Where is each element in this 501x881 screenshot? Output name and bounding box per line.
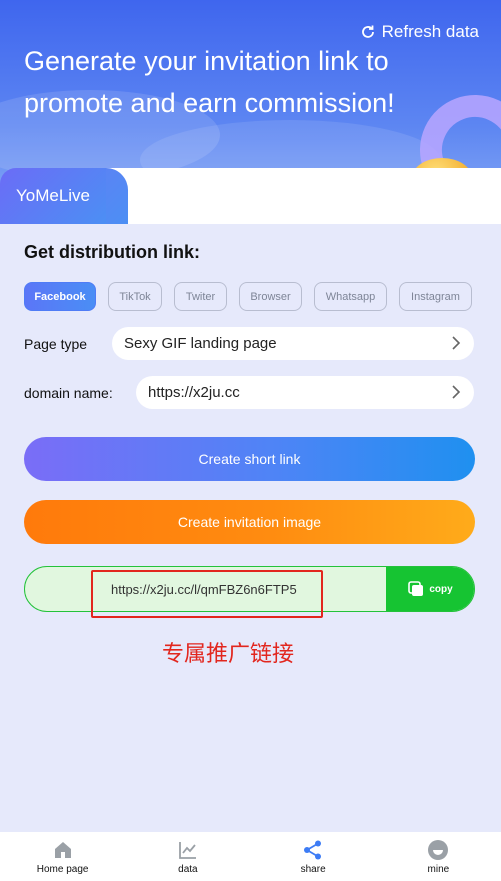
nav-mine[interactable]: mine <box>376 832 501 881</box>
page-type-value: Sexy GIF landing page <box>124 335 277 352</box>
chevron-right-icon <box>452 385 461 399</box>
home-icon <box>54 841 71 858</box>
nav-data-label: data <box>178 863 198 875</box>
refresh-label: Refresh data <box>381 22 479 41</box>
nav-home[interactable]: Home page <box>0 832 125 881</box>
create-invitation-image-button[interactable]: Create invitation image <box>24 500 475 544</box>
copy-label: copy <box>429 583 453 595</box>
page-type-label: Page type <box>24 335 88 352</box>
chevron-right-icon <box>452 336 461 350</box>
chip-whatsapp[interactable]: Whatsapp <box>314 282 387 311</box>
chip-tiktok[interactable]: TikTok <box>108 282 162 311</box>
create-short-link-button[interactable]: Create short link <box>24 437 475 481</box>
nav-share[interactable]: share <box>251 832 376 881</box>
copy-icon <box>408 581 424 596</box>
share-icon <box>304 840 322 859</box>
bottom-navigation: Home page data share mine <box>0 832 501 881</box>
distribution-panel: Get distribution link: Facebook TikTok T… <box>0 224 501 832</box>
page-headline: Generate your invitation link to promote… <box>24 46 395 118</box>
refresh-icon <box>361 25 374 38</box>
domain-label: domain name: <box>24 384 113 401</box>
nav-share-label: share <box>300 863 326 875</box>
nav-data[interactable]: data <box>125 832 250 881</box>
chip-browser[interactable]: Browser <box>239 282 302 311</box>
chip-twitter[interactable]: Twiter <box>174 282 227 311</box>
page-type-select[interactable]: Sexy GIF landing page <box>112 327 474 360</box>
chart-icon <box>178 841 196 859</box>
tab-yomelive[interactable]: YoMeLive <box>0 168 128 224</box>
platform-chips: Facebook TikTok Twiter Browser Whatsapp … <box>24 282 472 311</box>
chip-facebook[interactable]: Facebook <box>24 282 96 311</box>
domain-row: domain name: https://x2ju.cc <box>24 376 474 409</box>
nav-mine-label: mine <box>427 863 450 875</box>
nav-home-label: Home page <box>36 863 89 875</box>
user-icon <box>428 839 449 860</box>
domain-select[interactable]: https://x2ju.cc <box>136 376 474 409</box>
annotation-caption: 专属推广链接 <box>162 642 295 667</box>
annotation-highlight-box <box>91 570 323 618</box>
copy-button[interactable]: copy <box>386 567 474 611</box>
page-type-row: Page type Sexy GIF landing page <box>24 327 474 360</box>
refresh-data-button[interactable]: Refresh data <box>360 22 479 42</box>
domain-value: https://x2ju.cc <box>148 384 240 401</box>
section-title: Get distribution link: <box>24 242 200 262</box>
chip-instagram[interactable]: Instagram <box>399 282 472 311</box>
